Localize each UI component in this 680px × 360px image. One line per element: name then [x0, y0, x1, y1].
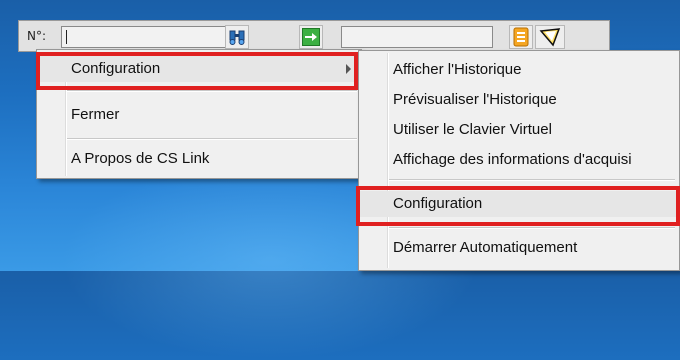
menu-item-label: Fermer — [71, 106, 120, 123]
menu-item-show-history[interactable]: Afficher l'Historique — [359, 57, 679, 83]
toolbar: N°: — [18, 20, 610, 52]
menu-separator — [67, 138, 357, 140]
menu-item-label: Utiliser le Clavier Virtuel — [393, 121, 552, 138]
menu-item-label: Affichage des informations d'acquisi — [393, 151, 632, 168]
menu-item-label: A Propos de CS Link — [71, 150, 210, 167]
history-button[interactable] — [509, 25, 533, 49]
menu-item-virtual-keyboard[interactable]: Utiliser le Clavier Virtuel — [359, 117, 679, 143]
menu-item-label: Afficher l'Historique — [393, 61, 522, 78]
number-input[interactable] — [61, 26, 233, 48]
alert-button[interactable] — [535, 25, 565, 49]
green-arrow-icon — [302, 28, 320, 46]
highlight-box-configuration — [36, 52, 358, 90]
menu-separator — [67, 90, 357, 92]
menu-item-label: Prévisualiser l'Historique — [393, 91, 557, 108]
menu-item-autostart[interactable]: Démarrer Automatiquement — [359, 235, 679, 261]
menu-separator — [389, 227, 675, 229]
menu-item-acquisition-info[interactable]: Affichage des informations d'acquisi — [359, 147, 679, 173]
configuration-submenu: Afficher l'Historique Prévisualiser l'Hi… — [358, 50, 680, 271]
search-button[interactable] — [225, 25, 249, 49]
menu-item-fermer[interactable]: Fermer — [37, 102, 361, 128]
secondary-input[interactable] — [341, 26, 493, 48]
text-caret — [66, 30, 67, 44]
highlight-box-sub-configuration — [356, 186, 680, 226]
menu-item-label: Démarrer Automatiquement — [393, 239, 578, 256]
menu-separator — [389, 179, 675, 181]
go-button[interactable] — [299, 25, 323, 49]
menu-item-preview-history[interactable]: Prévisualiser l'Historique — [359, 87, 679, 113]
binoculars-icon — [229, 30, 245, 45]
orange-notepad-icon — [513, 27, 529, 47]
menu-item-about[interactable]: A Propos de CS Link — [37, 146, 361, 172]
yellow-cone-icon — [539, 28, 561, 47]
number-label: N°: — [27, 29, 47, 43]
